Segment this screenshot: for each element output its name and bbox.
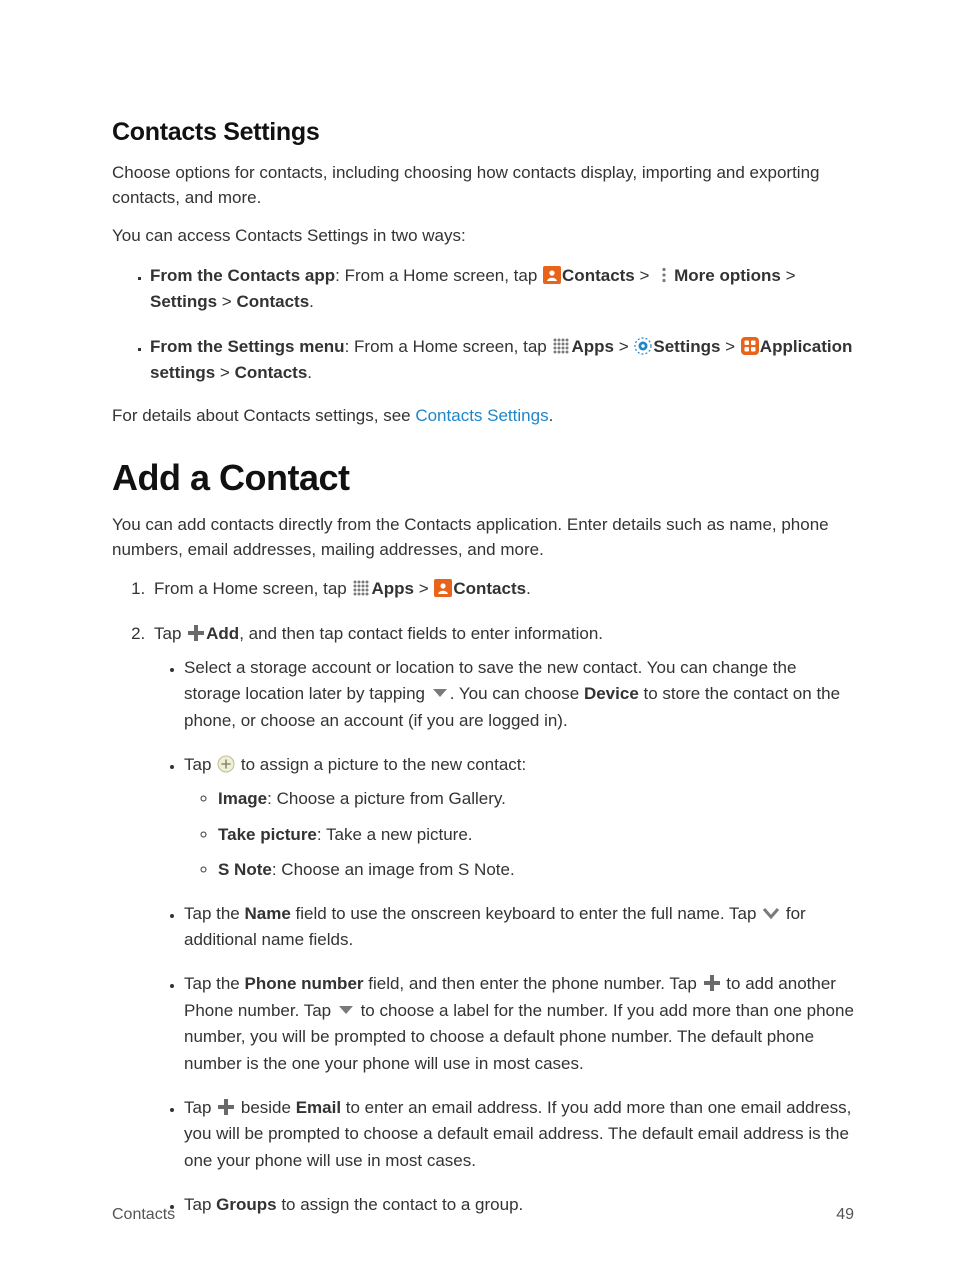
page-footer: Contacts 49 (112, 1206, 854, 1224)
add-photo-icon (217, 755, 235, 773)
text: . (526, 579, 531, 598)
option-take-picture: Take picture: Take a new picture. (218, 822, 854, 848)
separator: > (414, 579, 433, 598)
footer-page-number: 49 (836, 1206, 854, 1224)
label-apps: Apps (371, 579, 414, 598)
separator: > (614, 337, 633, 356)
bullet-from-contacts-app: From the Contacts app: From a Home scree… (150, 263, 854, 316)
text: For details about Contacts settings, see (112, 406, 415, 425)
text: : Take a new picture. (317, 825, 473, 844)
label-contacts: Contacts (453, 579, 526, 598)
more-options-icon (655, 266, 673, 284)
text: . (549, 406, 554, 425)
label-email: Email (296, 1098, 341, 1117)
paragraph-two-ways: You can access Contacts Settings in two … (112, 224, 854, 249)
text: Tap the (184, 904, 245, 923)
apps-icon (552, 337, 570, 355)
separator: > (635, 266, 654, 285)
application-settings-icon (741, 337, 759, 355)
option-s-note: S Note: Choose an image from S Note. (218, 857, 854, 883)
chevron-down-icon (431, 684, 449, 702)
paragraph-details: For details about Contacts settings, see… (112, 404, 854, 429)
chevron-down-icon (762, 904, 780, 922)
text: . (307, 363, 312, 382)
text: , and then tap contact fields to enter i… (239, 624, 603, 643)
separator: > (215, 363, 234, 382)
text: From a Home screen, tap (154, 579, 351, 598)
text: to assign a picture to the new contact: (236, 755, 526, 774)
option-image: Image: Choose a picture from Gallery. (218, 786, 854, 812)
label-settings: Settings (150, 292, 217, 311)
label-s-note: S Note (218, 860, 272, 879)
link-contacts-settings[interactable]: Contacts Settings (415, 406, 548, 425)
text: Tap (184, 1098, 216, 1117)
label-settings: Settings (653, 337, 720, 356)
paragraph-add-intro: You can add contacts directly from the C… (112, 513, 854, 562)
substep-email: Tap beside Email to enter an email addre… (184, 1095, 854, 1174)
text: : Choose a picture from Gallery. (267, 789, 506, 808)
label-device: Device (584, 684, 639, 703)
substep-storage: Select a storage account or location to … (184, 655, 854, 734)
substep-name: Tap the Name field to use the onscreen k… (184, 901, 854, 954)
label-contacts: Contacts (236, 292, 309, 311)
settings-icon (634, 337, 652, 355)
label-phone-number: Phone number (245, 974, 364, 993)
contacts-icon (543, 266, 561, 284)
plus-icon (703, 974, 721, 992)
label-apps: Apps (571, 337, 614, 356)
bullet-from-settings-menu: From the Settings menu: From a Home scre… (150, 334, 854, 387)
text: beside (236, 1098, 296, 1117)
label-contacts: Contacts (235, 363, 308, 382)
step-2: Tap Add, and then tap contact fields to … (150, 621, 854, 1219)
text: Tap (184, 755, 216, 774)
separator: > (781, 266, 796, 285)
contacts-icon (434, 579, 452, 597)
text: : From a Home screen, tap (345, 337, 552, 356)
text: . (309, 292, 314, 311)
label-contacts: Contacts (562, 266, 635, 285)
label-lead: From the Contacts app (150, 266, 335, 285)
heading-add-a-contact: Add a Contact (112, 457, 854, 499)
substep-phone: Tap the Phone number field, and then ent… (184, 971, 854, 1076)
label-lead: From the Settings menu (150, 337, 345, 356)
label-more-options: More options (674, 266, 781, 285)
separator: > (217, 292, 236, 311)
plus-icon (187, 624, 205, 642)
text: field to use the onscreen keyboard to en… (291, 904, 761, 923)
text: : Choose an image from S Note. (272, 860, 515, 879)
apps-icon (352, 579, 370, 597)
label-image: Image (218, 789, 267, 808)
text: : From a Home screen, tap (335, 266, 542, 285)
text: Tap (154, 624, 186, 643)
label-take-picture: Take picture (218, 825, 317, 844)
label-add: Add (206, 624, 239, 643)
chevron-down-icon (337, 1001, 355, 1019)
paragraph-intro: Choose options for contacts, including c… (112, 161, 854, 210)
text: Tap the (184, 974, 245, 993)
substep-picture: Tap to assign a picture to the new conta… (184, 752, 854, 883)
label-name: Name (245, 904, 291, 923)
heading-contacts-settings: Contacts Settings (112, 118, 854, 147)
text: . You can choose (450, 684, 584, 703)
plus-icon (217, 1098, 235, 1116)
step-1: From a Home screen, tap Apps > Contacts. (150, 576, 854, 602)
text: field, and then enter the phone number. … (364, 974, 702, 993)
footer-section-name: Contacts (112, 1206, 175, 1224)
separator: > (720, 337, 739, 356)
